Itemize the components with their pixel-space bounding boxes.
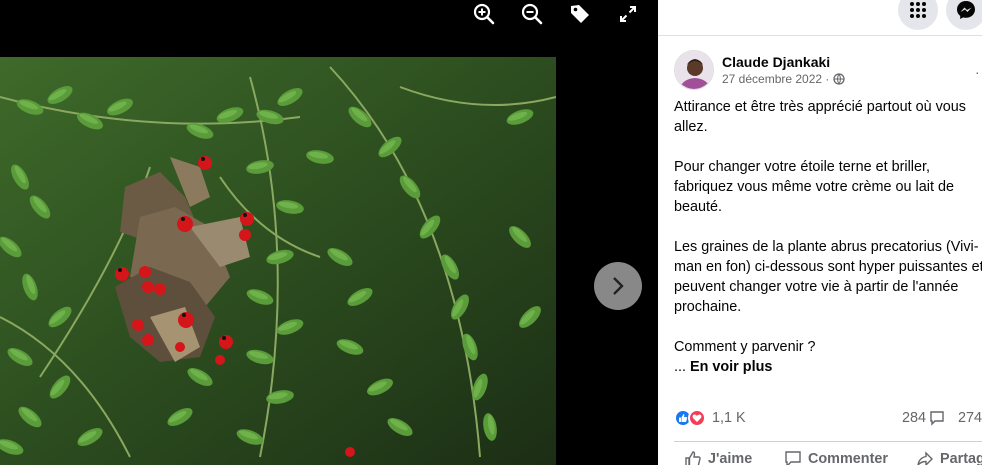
author-name[interactable]: Claude Djankaki <box>722 53 845 71</box>
post-message: Attirance et être très apprécié partout … <box>674 97 982 377</box>
post-photo <box>0 57 556 465</box>
post-paragraph: man en fon) ci-dessous sont hyper puissa… <box>674 259 982 275</box>
share-button[interactable]: Partager <box>916 450 982 465</box>
divider <box>674 441 982 442</box>
comment-bubble-icon <box>785 451 801 465</box>
photo-viewer <box>0 0 658 465</box>
see-more-ellipsis: ... <box>674 359 686 375</box>
like-button[interactable]: J'aime <box>684 450 752 465</box>
comment-button[interactable]: Commenter <box>784 450 888 465</box>
panel-header <box>658 0 982 36</box>
post-paragraph: Comment y parvenir ? <box>674 339 816 355</box>
comment-icon <box>930 411 944 426</box>
post-paragraph: Attirance et être très apprécié partout … <box>674 99 966 115</box>
post-paragraph: Pour changer votre étoile terne et brill… <box>674 159 930 175</box>
messenger-icon <box>957 1 975 19</box>
comments-count-value: 284 <box>902 410 927 426</box>
post-paragraph: prochaine. <box>674 299 742 315</box>
grid-menu-icon <box>910 2 926 18</box>
grid-menu-button[interactable] <box>898 0 938 30</box>
post-paragraph: Les graines de la plante abrus precatori… <box>674 239 979 255</box>
share-icon <box>917 451 933 465</box>
fullscreen-icon[interactable] <box>614 0 642 28</box>
comment-label: Commenter <box>808 451 888 465</box>
post-author: Claude Djankaki 27 décembre 2022 · <box>674 50 846 90</box>
avatar[interactable] <box>674 50 714 90</box>
like-label: J'aime <box>708 451 753 465</box>
post-options-icon[interactable]: · <box>975 64 980 80</box>
messenger-button[interactable] <box>946 0 982 30</box>
reactions-summary[interactable]: 1,1 K <box>674 409 746 427</box>
post-paragraph: allez. <box>674 119 708 135</box>
chevron-right-icon <box>613 277 624 295</box>
globe-icon <box>833 73 846 85</box>
shares-count[interactable]: 274 <box>958 410 982 426</box>
zoom-out-icon[interactable] <box>518 0 546 28</box>
zoom-in-icon[interactable] <box>470 0 498 28</box>
post-paragraph: peuvent changer votre vie à partir de l'… <box>674 279 959 295</box>
comments-count[interactable]: 284 <box>902 410 945 426</box>
next-photo-button[interactable] <box>594 262 642 310</box>
share-label: Partager <box>940 451 982 465</box>
reactions-count: 1,1 K <box>712 410 746 426</box>
see-more-link[interactable]: En voir plus <box>690 359 772 375</box>
tag-icon[interactable] <box>566 0 594 28</box>
post-paragraph: beauté. <box>674 199 723 215</box>
love-reaction-icon <box>688 409 706 427</box>
post-paragraph: fabriquez vous même votre crème ou lait … <box>674 179 954 195</box>
thumbs-up-icon <box>685 451 701 465</box>
post-stats: 1,1 K 284 274 <box>674 409 982 431</box>
post-panel: Claude Djankaki 27 décembre 2022 · · Att… <box>658 0 982 465</box>
post-date[interactable]: 27 décembre 2022 · <box>722 71 829 87</box>
